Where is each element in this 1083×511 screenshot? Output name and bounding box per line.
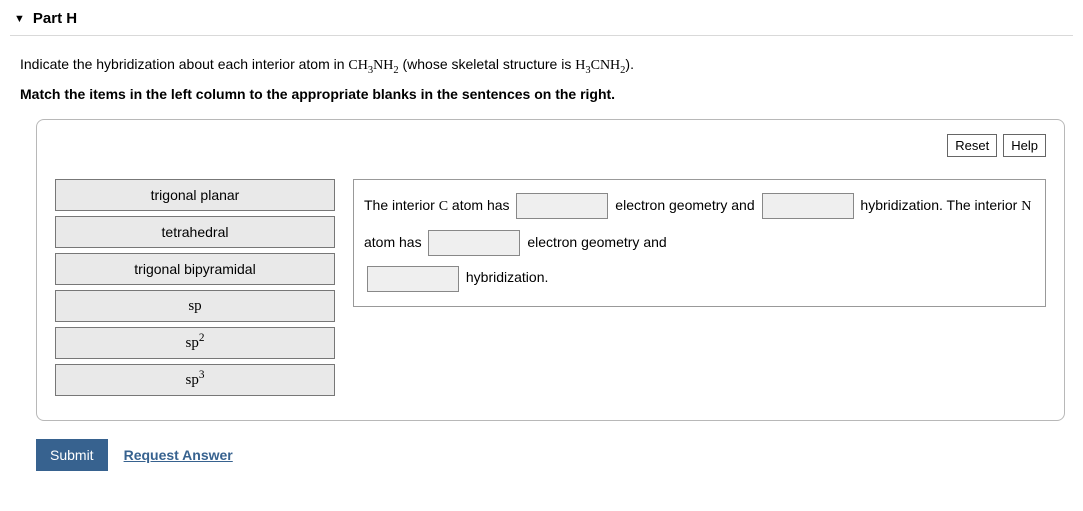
drag-item-trigonal-planar[interactable]: trigonal planar bbox=[55, 179, 335, 211]
drag-item-sp2[interactable]: sp2 bbox=[55, 327, 335, 359]
columns: trigonal planar tetrahedral trigonal bip… bbox=[55, 179, 1046, 396]
formula-1: CH3NH2 bbox=[348, 58, 398, 73]
work-area: Reset Help trigonal planar tetrahedral t… bbox=[36, 119, 1065, 421]
sentence-text: electron geometry and bbox=[611, 197, 758, 213]
label: sp bbox=[188, 298, 201, 315]
sentence-text: atom has bbox=[448, 197, 513, 213]
instr-text: (whose skeletal structure is bbox=[399, 56, 576, 72]
sentence-text: The interior bbox=[364, 197, 439, 213]
sentence-box: The interior C atom has electron geometr… bbox=[353, 179, 1046, 307]
atom-n: N bbox=[1021, 199, 1031, 214]
reset-button[interactable]: Reset bbox=[947, 134, 997, 157]
blank-2[interactable] bbox=[762, 193, 854, 219]
instr-text: ). bbox=[625, 56, 634, 72]
sentence-text: atom has bbox=[364, 234, 425, 250]
blank-1[interactable] bbox=[516, 193, 608, 219]
part-title: Part H bbox=[33, 10, 77, 27]
drag-item-sp3[interactable]: sp3 bbox=[55, 364, 335, 396]
part-header: ▼ Part H bbox=[10, 6, 1073, 36]
sentence-column: The interior C atom has electron geometr… bbox=[353, 179, 1046, 307]
label: sp2 bbox=[186, 335, 205, 352]
collapse-caret-icon[interactable]: ▼ bbox=[14, 13, 25, 25]
sentence-text: hybridization. bbox=[462, 269, 548, 285]
top-button-row: Reset Help bbox=[55, 134, 1046, 157]
label: sp3 bbox=[186, 372, 205, 389]
instr-text: Indicate the hybridization about each in… bbox=[20, 56, 348, 72]
submit-button[interactable]: Submit bbox=[36, 439, 108, 471]
sentence-text: electron geometry and bbox=[523, 234, 666, 250]
drag-source-column: trigonal planar tetrahedral trigonal bip… bbox=[55, 179, 335, 396]
blank-3[interactable] bbox=[428, 230, 520, 256]
help-button[interactable]: Help bbox=[1003, 134, 1046, 157]
instructions: Indicate the hybridization about each in… bbox=[10, 36, 1073, 109]
blank-4[interactable] bbox=[367, 266, 459, 292]
atom-c: C bbox=[439, 199, 448, 214]
bottom-row: Submit Request Answer bbox=[36, 439, 1073, 471]
request-answer-link[interactable]: Request Answer bbox=[124, 447, 233, 463]
drag-item-sp[interactable]: sp bbox=[55, 290, 335, 322]
instr-bold: Match the items in the left column to th… bbox=[20, 84, 1073, 105]
sentence-text: hybridization. The interior bbox=[857, 197, 1022, 213]
drag-item-trigonal-bipyramidal[interactable]: trigonal bipyramidal bbox=[55, 253, 335, 285]
formula-2: H3CNH2 bbox=[575, 58, 625, 73]
drag-item-tetrahedral[interactable]: tetrahedral bbox=[55, 216, 335, 248]
